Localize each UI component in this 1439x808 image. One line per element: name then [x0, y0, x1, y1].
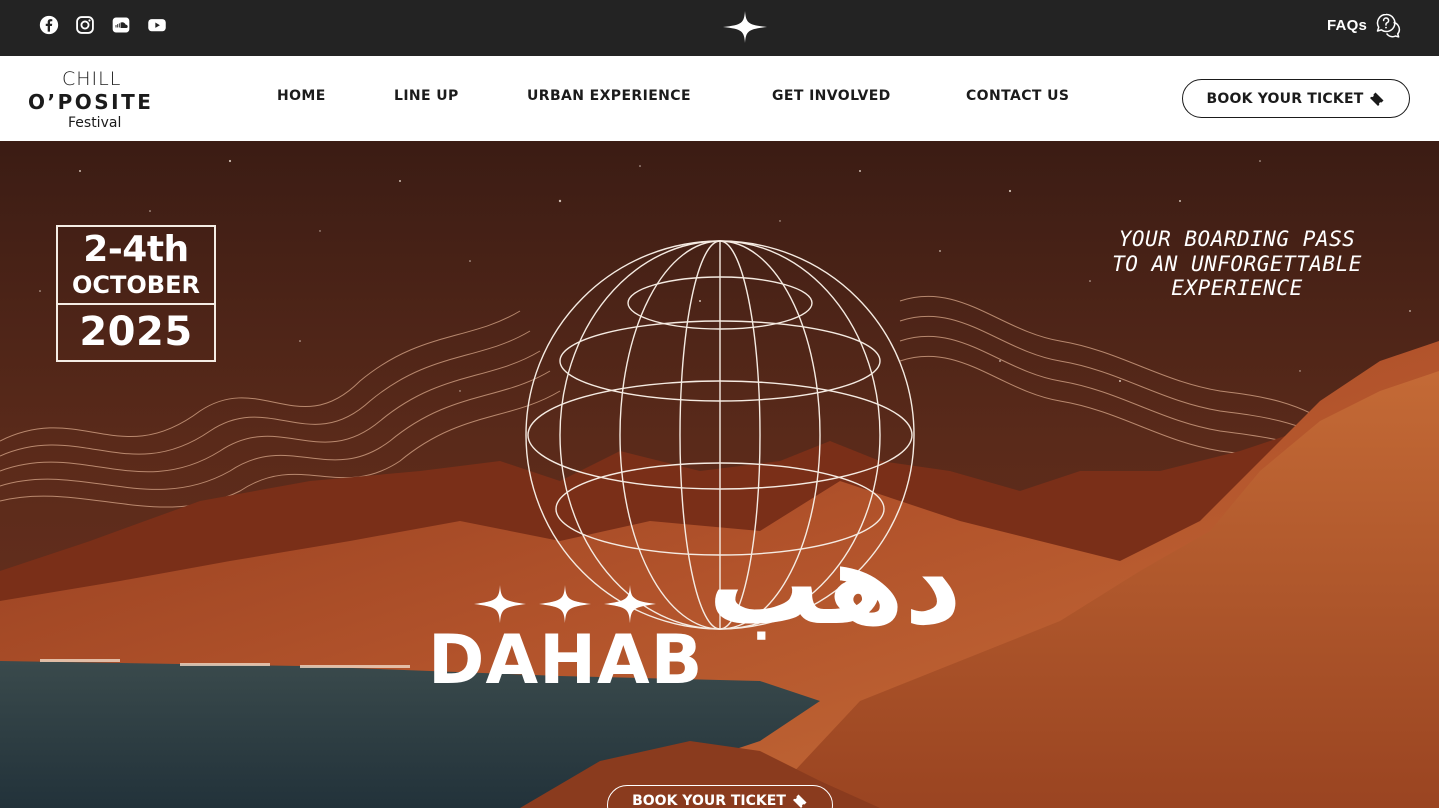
date-top-section: 2-4th OCTOBER	[58, 227, 214, 305]
hero-book-ticket-button[interactable]: BOOK YOUR TICKET	[607, 785, 833, 808]
book-ticket-label: BOOK YOUR TICKET	[1206, 90, 1364, 107]
hero-section: 2-4th OCTOBER 2025 YOUR BOARDING PASS TO…	[0, 141, 1439, 808]
sparkle-star-icon	[723, 11, 767, 43]
faqs-label: FAQs	[1327, 16, 1367, 34]
date-days: 2-4th	[83, 229, 189, 270]
ticket-icon	[1370, 92, 1384, 106]
nav-item-line-up[interactable]: LINE UP	[394, 88, 459, 104]
book-ticket-button[interactable]: BOOK YOUR TICKET	[1182, 79, 1410, 118]
tagline: YOUR BOARDING PASS TO AN UNFORGETTABLE E…	[1087, 227, 1387, 301]
dahab-arabic-title: دهب	[708, 520, 962, 650]
hero-book-ticket-label: BOOK YOUR TICKET	[632, 793, 786, 808]
date-year: 2025	[79, 309, 193, 355]
top-bar: FAQs	[0, 0, 1439, 56]
date-month: OCTOBER	[72, 271, 200, 299]
nav-item-urban-experience[interactable]: URBAN EXPERIENCE	[527, 88, 691, 104]
nav-item-get-involved[interactable]: GET INVOLVED	[772, 88, 891, 104]
instagram-icon[interactable]	[74, 14, 96, 36]
youtube-icon[interactable]	[146, 14, 168, 36]
main-navbar: CHILL O’POSITE Festival HOME LINE UP URB…	[0, 56, 1439, 141]
tagline-line-3: EXPERIENCE	[1171, 276, 1303, 300]
date-box: 2-4th OCTOBER 2025	[56, 225, 216, 362]
logo-line-festival: Festival	[68, 115, 122, 131]
tagline-line-1: YOUR BOARDING PASS	[1118, 227, 1356, 251]
ticket-icon	[792, 794, 807, 808]
dahab-title: DAHAB	[428, 621, 704, 700]
logo-line-oposite: O’POSITE	[28, 90, 154, 114]
nav-item-contact-us[interactable]: CONTACT US	[966, 88, 1069, 104]
soundcloud-icon[interactable]	[110, 14, 132, 36]
logo-line-chill: CHILL	[62, 68, 122, 90]
social-links	[38, 14, 168, 36]
faq-chat-icon	[1376, 13, 1401, 38]
nav-item-home[interactable]: HOME	[277, 88, 326, 104]
tagline-line-2: TO AN UNFORGETTABLE	[1112, 251, 1362, 276]
facebook-icon[interactable]	[38, 14, 60, 36]
festival-logo[interactable]: CHILL O’POSITE Festival	[28, 68, 164, 132]
faqs-link[interactable]: FAQs	[1327, 12, 1401, 38]
